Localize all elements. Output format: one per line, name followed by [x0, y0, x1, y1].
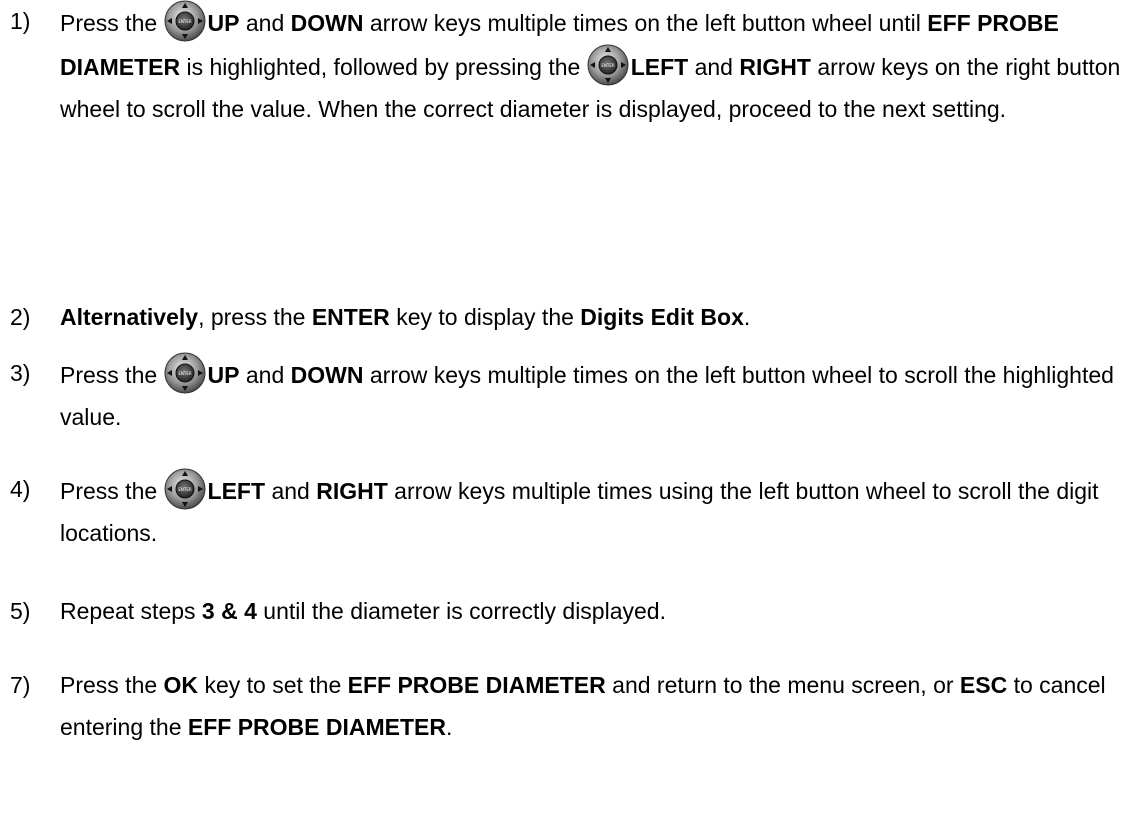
text: and	[245, 10, 285, 36]
text: Press the	[60, 362, 158, 388]
text: , press the	[198, 304, 306, 330]
key-ok: OK	[163, 672, 199, 698]
step-number: 4)	[10, 476, 31, 502]
step-number: 5)	[10, 598, 31, 624]
step-number: 3)	[10, 360, 31, 386]
step-text: Press the UP and DOWN arrow keys multipl…	[60, 0, 1140, 130]
step-reference: 3 & 4	[201, 598, 257, 624]
text: and	[694, 54, 733, 80]
key-right: RIGHT	[316, 478, 388, 504]
step-4: 4) Press the LEFT and RIGHT arrow keys m…	[10, 468, 1140, 554]
step-number: 7)	[10, 672, 31, 698]
step-text: Repeat steps 3 & 4 until the diameter is…	[60, 590, 1140, 632]
instruction-page: 1) Press the UP and DOWN arrow keys mult…	[0, 0, 1140, 819]
text: arrow keys multiple times on the left bu…	[369, 10, 921, 36]
text: key to display the	[396, 304, 574, 330]
step-text: Press the LEFT and RIGHT arrow keys mult…	[60, 468, 1140, 554]
text: Press the	[60, 10, 158, 36]
key-esc: ESC	[959, 672, 1008, 698]
step-number: 1)	[10, 8, 31, 34]
key-left: LEFT	[207, 478, 266, 504]
step-3: 3) Press the UP and DOWN arrow keys mult…	[10, 352, 1140, 438]
text: .	[743, 304, 751, 330]
menu-item-name: EFF PROBE DIAMETER	[347, 672, 606, 698]
key-up: UP	[207, 362, 240, 388]
text: key to set the	[204, 672, 342, 698]
step-1: 1) Press the UP and DOWN arrow keys mult…	[10, 0, 1140, 130]
key-right: RIGHT	[739, 54, 811, 80]
key-down: DOWN	[290, 362, 364, 388]
key-up: UP	[207, 10, 240, 36]
text: is highlighted, followed by pressing the	[186, 54, 581, 80]
button-wheel-icon	[164, 468, 206, 510]
text: until the diameter is correctly displaye…	[263, 598, 666, 624]
digits-edit-box-label: Digits Edit Box	[580, 304, 744, 330]
text: and	[245, 362, 285, 388]
step-text: Alternatively, press the ENTER key to di…	[60, 296, 1140, 338]
text: .	[446, 714, 453, 740]
step-5: 5) Repeat steps 3 & 4 until the diameter…	[10, 590, 1140, 632]
step-7: 7) Press the OK key to set the EFF PROBE…	[10, 664, 1140, 748]
text: Press the	[60, 478, 158, 504]
button-wheel-icon	[164, 0, 206, 42]
text: and	[271, 478, 310, 504]
button-wheel-icon	[164, 352, 206, 394]
text: Repeat steps	[60, 598, 196, 624]
key-down: DOWN	[290, 10, 364, 36]
step-number: 2)	[10, 304, 31, 330]
menu-item-name: EFF PROBE DIAMETER	[187, 714, 446, 740]
key-enter: ENTER	[311, 304, 390, 330]
step-2: 2) Alternatively, press the ENTER key to…	[10, 296, 1140, 338]
step-text: Press the UP and DOWN arrow keys multipl…	[60, 352, 1140, 438]
emphasis: Alternatively	[60, 304, 199, 330]
key-left: LEFT	[630, 54, 689, 80]
step-text: Press the OK key to set the EFF PROBE DI…	[60, 664, 1140, 748]
text: and return to the menu screen, or	[612, 672, 954, 698]
button-wheel-icon	[587, 44, 629, 86]
text: Press the	[60, 672, 158, 698]
